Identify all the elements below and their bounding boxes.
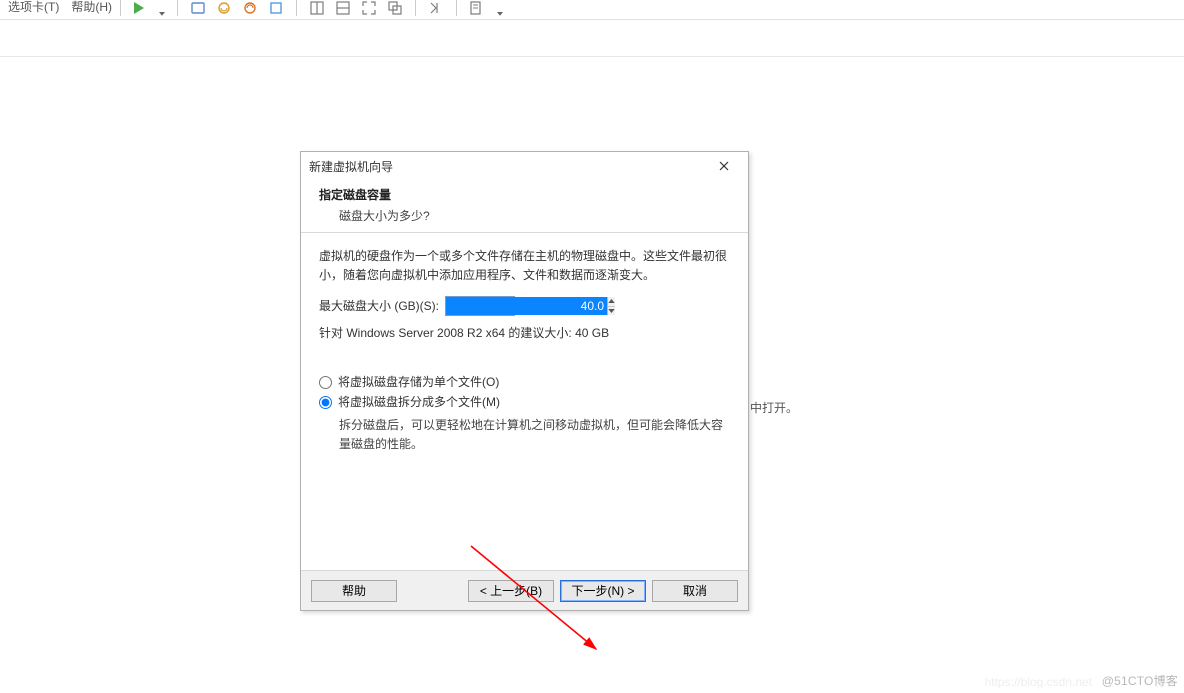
cancel-button[interactable]: 取消 xyxy=(652,580,738,602)
dialog-header: 指定磁盘容量 磁盘大小为多少? xyxy=(301,180,748,232)
toolbar xyxy=(131,0,503,16)
toolbar-dropdown-caret-icon[interactable] xyxy=(497,5,503,11)
toolbar-icon-a[interactable] xyxy=(428,0,444,16)
radio-single-file[interactable] xyxy=(319,376,332,389)
help-button[interactable]: 帮助 xyxy=(311,580,397,602)
menu-help[interactable]: 帮助(H) xyxy=(65,0,118,14)
radio-single-file-label: 将虚拟磁盘存储为单个文件(O) xyxy=(338,373,499,392)
spin-up-button[interactable] xyxy=(608,297,615,307)
disk-size-spinner[interactable] xyxy=(445,296,515,316)
new-vm-wizard-dialog: 新建虚拟机向导 指定磁盘容量 磁盘大小为多少? 虚拟机的硬盘作为一个或多个文件存… xyxy=(300,151,749,611)
toolbar-divider xyxy=(296,0,297,16)
dialog-title: 新建虚拟机向导 xyxy=(309,158,708,175)
spin-buttons xyxy=(607,297,615,315)
toolbar-divider xyxy=(456,0,457,16)
dialog-description: 虚拟机的硬盘作为一个或多个文件存储在主机的物理磁盘中。这些文件最初很小，随着您向… xyxy=(319,247,730,284)
disk-size-label: 最大磁盘大小 (GB)(S): xyxy=(319,297,439,316)
spin-down-button[interactable] xyxy=(608,307,615,316)
toolbar-icon-1[interactable] xyxy=(190,0,206,16)
disk-size-row: 最大磁盘大小 (GB)(S): xyxy=(319,296,730,316)
menubar: 选项卡(T) 帮助(H) xyxy=(0,0,1184,20)
recommended-size-text: 针对 Windows Server 2008 R2 x64 的建议大小: 40 … xyxy=(319,324,730,343)
menu-tabs[interactable]: 选项卡(T) xyxy=(2,0,65,14)
toolbar-divider xyxy=(120,0,121,16)
radio-split-files-label: 将虚拟磁盘拆分成多个文件(M) xyxy=(338,393,500,412)
radio-single-file-row: 将虚拟磁盘存储为单个文件(O) xyxy=(319,373,730,392)
close-button[interactable] xyxy=(708,156,740,176)
fullscreen-icon[interactable] xyxy=(361,0,377,16)
play-dropdown-caret-icon[interactable] xyxy=(159,5,165,11)
dialog-body: 虚拟机的硬盘作为一个或多个文件存储在主机的物理磁盘中。这些文件最初很小，随着您向… xyxy=(301,233,748,570)
dialog-titlebar: 新建虚拟机向导 xyxy=(301,152,748,180)
layout-split-horiz-icon[interactable] xyxy=(335,0,351,16)
dialog-header-title: 指定磁盘容量 xyxy=(319,186,730,203)
watermark-left: https://blog.csdn.net xyxy=(985,675,1092,689)
next-button[interactable]: 下一步(N) > xyxy=(560,580,646,602)
toolbar-icon-3[interactable] xyxy=(242,0,258,16)
toolbar-icon-4[interactable] xyxy=(268,0,284,16)
toolbar-icon-b[interactable] xyxy=(469,0,485,16)
dialog-footer: 帮助 < 上一步(B) 下一步(N) > 取消 xyxy=(301,570,748,610)
back-button[interactable]: < 上一步(B) xyxy=(468,580,554,602)
split-note: 拆分磁盘后，可以更轻松地在计算机之间移动虚拟机，但可能会降低大容量磁盘的性能。 xyxy=(339,416,730,453)
layout-split-vert-icon[interactable] xyxy=(309,0,325,16)
toolbar-divider xyxy=(177,0,178,16)
radio-split-files[interactable] xyxy=(319,396,332,409)
radio-split-files-row: 将虚拟磁盘拆分成多个文件(M) xyxy=(319,393,730,412)
play-icon[interactable] xyxy=(131,0,147,16)
unity-icon[interactable] xyxy=(387,0,403,16)
background-hint-text: 中打开。 xyxy=(750,399,798,416)
dialog-header-subtitle: 磁盘大小为多少? xyxy=(319,207,730,224)
watermark-right: @51CTO博客 xyxy=(1102,672,1178,689)
toolbar-icon-2[interactable] xyxy=(216,0,232,16)
disk-size-input[interactable] xyxy=(446,297,607,315)
toolbar-divider xyxy=(415,0,416,16)
